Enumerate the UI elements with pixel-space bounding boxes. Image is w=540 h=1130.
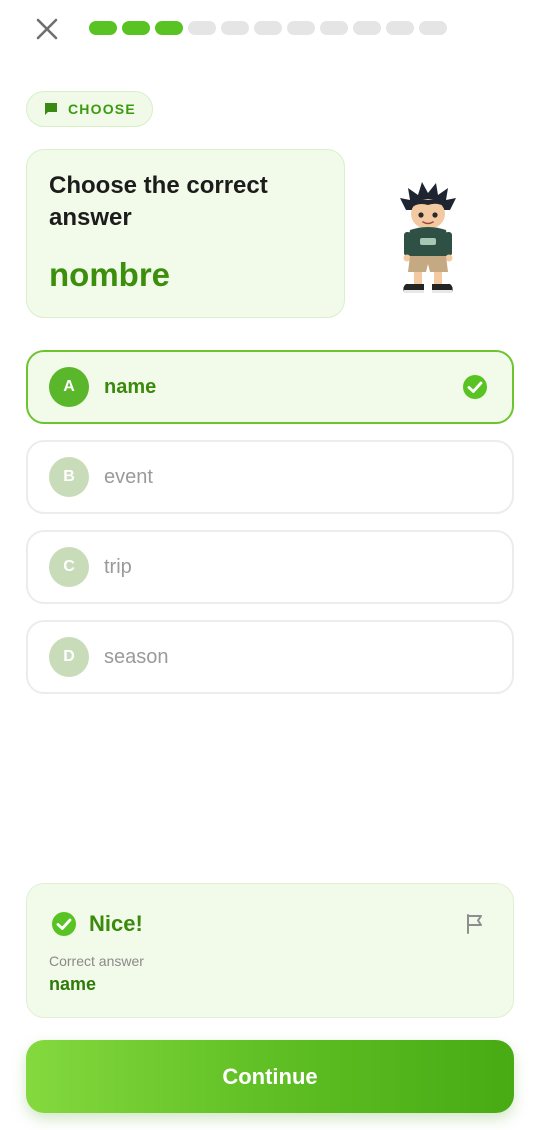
chip-label: CHOOSE (68, 101, 136, 117)
question-word: nombre (49, 256, 171, 293)
check-circle-icon (463, 375, 487, 399)
feedback-subtitle: Correct answer (49, 953, 144, 969)
answer-option-a[interactable]: A name (26, 350, 514, 424)
progress-segment-pending (419, 21, 447, 35)
option-letter-badge: D (49, 637, 89, 677)
answer-option-b[interactable]: B event (26, 440, 514, 514)
close-icon (36, 18, 58, 40)
report-button[interactable] (465, 913, 485, 940)
feedback-header: Nice! (51, 911, 143, 937)
progress-segment-pending (254, 21, 282, 35)
question-card: Choose the correct answer nombre (26, 149, 345, 318)
answer-option-d[interactable]: D season (26, 620, 514, 694)
close-button[interactable] (32, 14, 62, 44)
check-circle-icon (52, 912, 76, 936)
option-letter-badge: C (49, 547, 89, 587)
feedback-correct-answer: name (49, 974, 97, 994)
progress-segment-pending (287, 21, 315, 35)
progress-segment-pending (320, 21, 348, 35)
chat-bubble-icon (45, 103, 57, 115)
progress-segment-complete (122, 21, 150, 35)
option-label: trip (104, 555, 132, 578)
flag-icon (467, 914, 482, 934)
mascot-character (400, 182, 456, 293)
option-letter-badge: B (49, 457, 89, 497)
option-label: name (104, 375, 157, 398)
feedback-panel: Nice! Correct answer name (26, 883, 514, 1018)
progress-segment-pending (188, 21, 216, 35)
question-prompt: Choose the correct answer (49, 172, 268, 231)
continue-button[interactable]: Continue (26, 1040, 514, 1113)
progress-segment-complete (155, 21, 183, 35)
answer-option-c[interactable]: C trip (26, 530, 514, 604)
option-label: event (104, 465, 153, 488)
option-label: season (104, 645, 169, 668)
progress-segment-complete (89, 21, 117, 35)
progress-segment-pending (353, 21, 381, 35)
feedback-title: Nice! (89, 911, 143, 936)
progress-bar (89, 21, 447, 35)
progress-segment-pending (386, 21, 414, 35)
option-letter-badge: A (49, 367, 89, 407)
progress-segment-pending (221, 21, 249, 35)
question-type-chip: CHOOSE (26, 91, 153, 127)
